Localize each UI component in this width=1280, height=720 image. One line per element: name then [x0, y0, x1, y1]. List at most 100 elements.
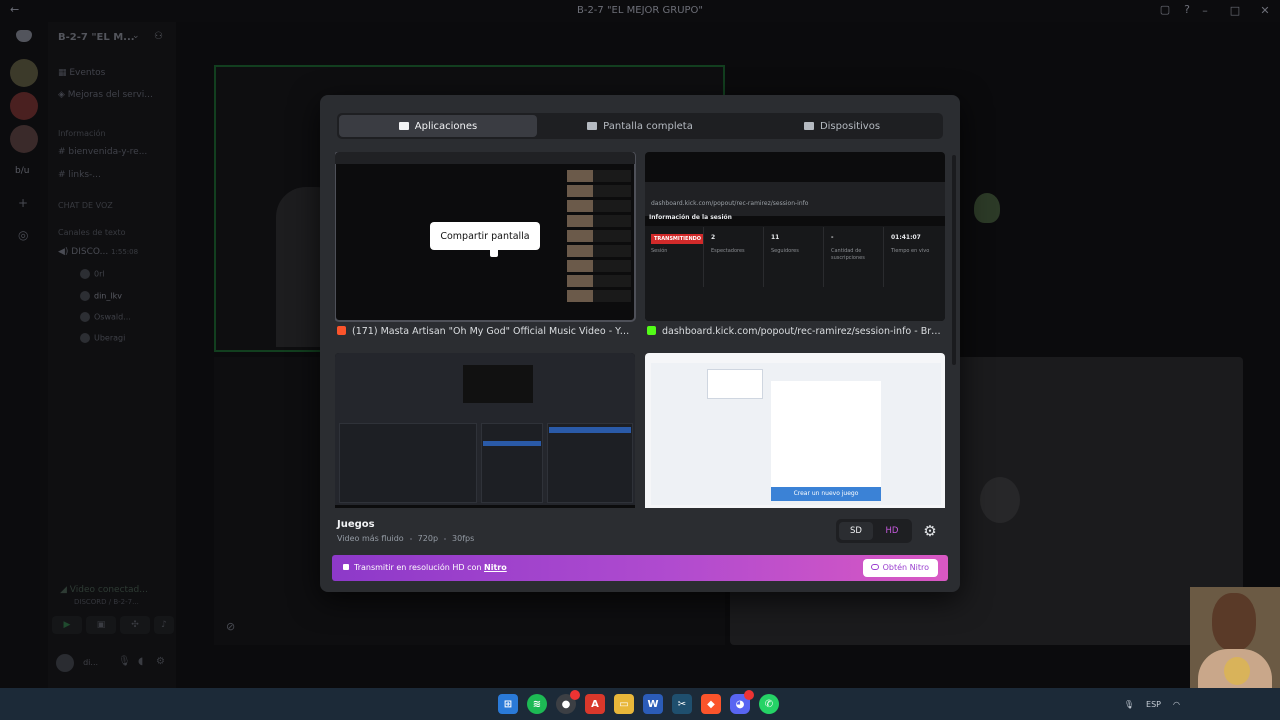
avatar[interactable] — [56, 653, 74, 672]
voice-user[interactable]: Oswald... — [80, 312, 131, 322]
camera-button[interactable]: ▶ — [52, 616, 82, 634]
lock-icon — [343, 564, 349, 570]
avatar — [80, 333, 90, 343]
channel-label: Mejoras del servi... — [67, 90, 153, 100]
voice-user[interactable]: Uberagi — [80, 333, 125, 343]
tab-devices[interactable]: Dispositivos — [743, 115, 941, 137]
nitro-link[interactable]: Nitro — [484, 563, 507, 572]
microphone-icon[interactable]: 🎙 — [118, 656, 131, 667]
discord-icon[interactable]: ◕ — [730, 690, 754, 714]
divider — [763, 227, 764, 287]
tab-label: Aplicaciones — [414, 120, 478, 132]
voice-channel-item[interactable]: ◀) DISCO... 1:55:08 — [58, 247, 138, 257]
add-server-icon[interactable]: + — [18, 196, 28, 210]
stream-fps: 30fps — [452, 534, 475, 543]
obs-window-preview — [335, 353, 635, 505]
discord-home-icon[interactable] — [16, 30, 32, 42]
settings-gear-icon[interactable]: ⚙ — [156, 656, 165, 667]
explore-icon[interactable]: ◎ — [18, 228, 28, 242]
stream-resolution: 720p — [417, 534, 439, 543]
username: di... — [83, 658, 99, 667]
server-icon[interactable] — [10, 92, 38, 120]
close-icon[interactable]: ✕ — [1250, 0, 1280, 22]
tab-full-screen[interactable]: Pantalla completa — [541, 115, 739, 137]
source-grid: Compartir pantalla (171) Masta Artisan "… — [335, 152, 947, 508]
stream-settings-gear-icon[interactable]: ⚙ — [920, 521, 940, 541]
word-icon[interactable]: W — [643, 694, 663, 714]
category-header[interactable]: Información — [58, 129, 106, 138]
divider — [883, 227, 884, 287]
quality-sd-button[interactable]: SD — [839, 522, 873, 540]
quality-toggle: SD HD — [836, 519, 912, 543]
voice-status[interactable]: ◢ Video conectad... — [60, 585, 148, 595]
server-rail: b/u + ◎ — [0, 22, 48, 688]
stat-label: Espectadores — [711, 248, 745, 254]
tab-applications[interactable]: Aplicaciones — [339, 115, 537, 137]
scrollbar[interactable] — [952, 155, 956, 365]
maximize-icon[interactable]: □ — [1220, 0, 1250, 22]
capcut-icon[interactable]: ✂ — [672, 694, 692, 714]
file-explorer-icon[interactable]: ▭ — [614, 694, 634, 714]
stat-label: Tiempo en vivo — [891, 248, 930, 254]
screen-share-button[interactable]: ▣ — [86, 616, 116, 634]
stream-meta: Video más fluido 720p 30fps — [337, 534, 474, 543]
separator — [444, 537, 447, 540]
divider — [823, 227, 824, 287]
session-heading: Información de la sesión — [649, 214, 732, 221]
youtube-sidebar — [567, 170, 631, 315]
voice-user[interactable]: 0rl — [80, 269, 105, 279]
spotify-icon[interactable]: ≋ — [527, 694, 547, 714]
voice-timer: 1:55:08 — [111, 248, 139, 256]
participant-avatar[interactable] — [974, 193, 1000, 223]
pdf-reader-icon[interactable]: A — [585, 694, 605, 714]
divider — [703, 227, 704, 287]
get-nitro-button[interactable]: Obtén Nitro — [862, 559, 938, 577]
nitro-message: Transmitir en resolución HD con Nitro — [343, 563, 507, 572]
stat-label: Cantidad de suscripciones — [831, 248, 865, 261]
voice-user-name: Uberagi — [94, 333, 126, 343]
window-controls: – □ ✕ — [1190, 0, 1280, 22]
share-screen-button[interactable]: Compartir pantalla — [430, 222, 540, 250]
voice-user[interactable]: din_lkv — [80, 291, 122, 301]
server-name[interactable]: B-2-7 "EL M... — [58, 32, 135, 43]
input-language[interactable]: ESP — [1146, 700, 1161, 709]
participant-avatar — [980, 477, 1020, 523]
invite-icon[interactable]: ⚇ — [154, 31, 163, 42]
brave-icon — [337, 326, 346, 335]
source-thumbnail — [335, 353, 635, 508]
obs-selected-row — [483, 441, 541, 446]
category-header[interactable]: CHAT DE VOZ — [58, 201, 113, 210]
server-folder-label[interactable]: b/u — [15, 166, 29, 176]
cursor-icon — [490, 247, 498, 257]
brave-icon[interactable]: ◆ — [701, 694, 721, 714]
server-icon[interactable] — [10, 125, 38, 153]
activities-button[interactable]: ✣ — [120, 616, 150, 634]
wifi-icon[interactable]: ◠ — [1173, 700, 1180, 709]
inbox-icon[interactable]: ▢ — [1160, 3, 1170, 16]
headphones-icon[interactable]: ◖ — [138, 656, 143, 667]
server-icon[interactable] — [10, 59, 38, 87]
obs-transitions — [481, 423, 543, 503]
channel-item-links[interactable]: # links-... — [58, 170, 101, 180]
channel-item-welcome[interactable]: # bienvenida-y-re... — [58, 147, 147, 157]
avatar — [80, 312, 90, 322]
window-title: B-2-7 "EL MEJOR GRUPO" — [576, 5, 704, 16]
soundboard-button[interactable]: ♪ — [154, 616, 174, 634]
whatsapp-icon[interactable]: ✆ — [759, 694, 779, 714]
tab-label: Dispositivos — [819, 120, 881, 132]
tab-label: Pantalla completa — [603, 120, 693, 132]
microphone-tray-icon[interactable]: 🎙 — [1124, 700, 1134, 709]
channel-sidebar: B-2-7 "EL M... ⌄ ⚇ ▦ Eventos ◈ Mejoras d… — [48, 22, 176, 688]
channel-item-events[interactable]: ▦ Eventos — [58, 68, 105, 78]
voice-location: DISCORD / B-2-7... — [74, 598, 139, 606]
channel-item-boosts[interactable]: ◈ Mejoras del servi... — [58, 90, 153, 100]
chevron-down-icon[interactable]: ⌄ — [132, 31, 140, 41]
category-header[interactable]: Canales de texto — [58, 228, 126, 237]
obs-icon[interactable]: ● — [556, 690, 580, 714]
quality-hd-button[interactable]: HD — [875, 522, 909, 540]
channel-label: DISCO... — [71, 247, 109, 257]
minimize-icon[interactable]: – — [1190, 0, 1220, 22]
camera-icon — [803, 122, 814, 130]
taskbar-apps: ⊞ ≋ ● A ▭ W ✂ ◆ ◕ ✆ — [498, 690, 779, 714]
windows-start-icon[interactable]: ⊞ — [498, 694, 518, 714]
